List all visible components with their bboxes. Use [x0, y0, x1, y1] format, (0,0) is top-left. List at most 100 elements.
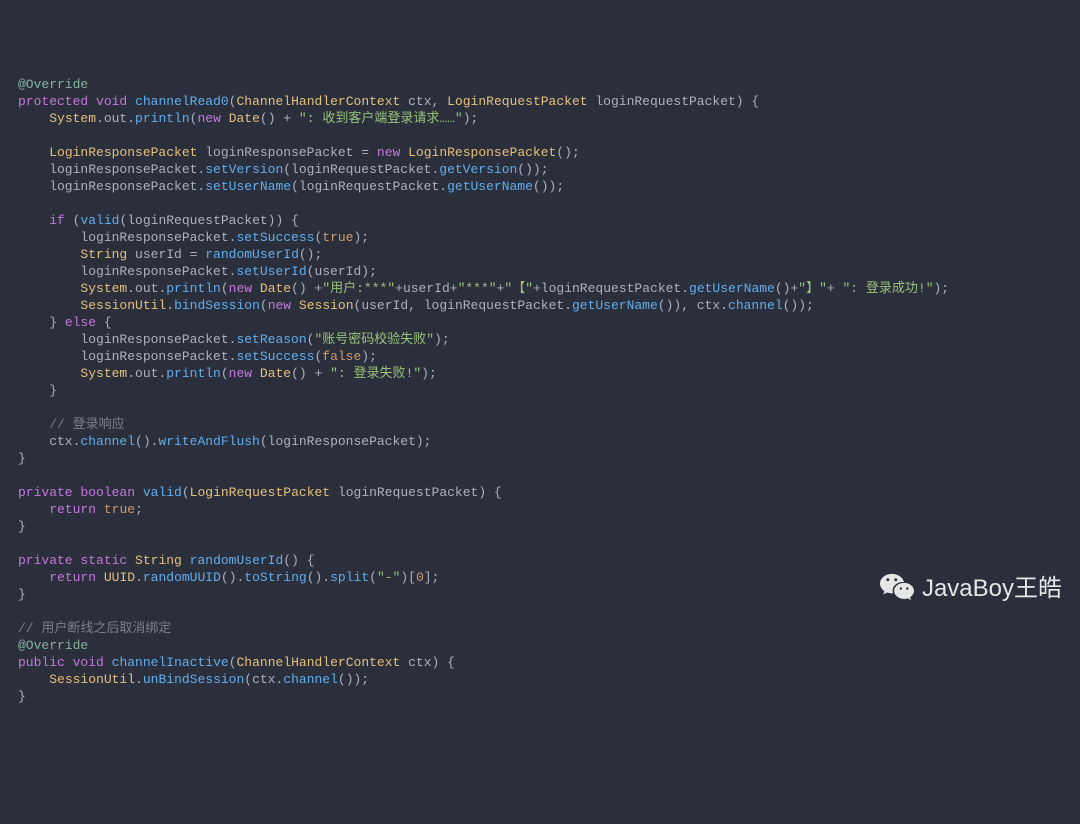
code-token: getUserName [447, 179, 533, 194]
code-token: () + [291, 366, 330, 381]
code-token: ()); [517, 162, 548, 177]
code-line[interactable]: System.out.println(new Date() + ": 登录失败!… [18, 365, 1080, 382]
code-token: channel [80, 434, 135, 449]
code-token: if [49, 213, 65, 228]
code-token: getVersion [439, 162, 517, 177]
code-line[interactable]: loginResponsePacket.setSuccess(true); [18, 229, 1080, 246]
code-line[interactable] [18, 467, 1080, 484]
code-token: getUserName [572, 298, 658, 313]
code-token: randomUserId [205, 247, 299, 262]
code-token: (userId, loginRequestPacket. [354, 298, 572, 313]
code-line[interactable]: loginResponsePacket.setUserName(loginReq… [18, 178, 1080, 195]
code-token [18, 502, 49, 517]
code-token: new [197, 111, 220, 126]
code-token [96, 502, 104, 517]
code-token: } [18, 315, 65, 330]
code-token: Date [229, 111, 260, 126]
code-token: println [166, 366, 221, 381]
code-token: ": 登录失败!" [330, 366, 421, 381]
code-token: true [104, 502, 135, 517]
code-token: ()); [783, 298, 814, 313]
code-line[interactable]: } [18, 382, 1080, 399]
code-line[interactable]: loginResponsePacket.setSuccess(false); [18, 348, 1080, 365]
code-line[interactable]: @Override [18, 76, 1080, 93]
code-token: ChannelHandlerContext [237, 94, 401, 109]
code-token [104, 655, 112, 670]
code-line[interactable]: LoginResponsePacket loginResponsePacket … [18, 144, 1080, 161]
code-token: private [18, 485, 73, 500]
code-token: "】" [798, 281, 827, 296]
code-token: { [96, 315, 112, 330]
code-token: loginResponsePacket. [18, 349, 236, 364]
code-line[interactable] [18, 127, 1080, 144]
code-line[interactable]: loginResponsePacket.setReason("账号密码校验失败"… [18, 331, 1080, 348]
code-line[interactable]: protected void channelRead0(ChannelHandl… [18, 93, 1080, 110]
code-token: +loginRequestPacket. [533, 281, 689, 296]
code-token: .out. [127, 281, 166, 296]
code-token: new [229, 281, 252, 296]
code-line[interactable] [18, 399, 1080, 416]
code-token: ( [260, 298, 268, 313]
code-line[interactable]: SessionUtil.unBindSession(ctx.channel())… [18, 671, 1080, 688]
code-token: new [377, 145, 400, 160]
code-line[interactable]: return true; [18, 501, 1080, 518]
code-token [252, 366, 260, 381]
code-line[interactable]: } [18, 450, 1080, 467]
code-token: channel [728, 298, 783, 313]
code-token: System [49, 111, 96, 126]
code-token: println [166, 281, 221, 296]
code-line[interactable]: SessionUtil.bindSession(new Session(user… [18, 297, 1080, 314]
code-line[interactable]: } [18, 688, 1080, 705]
code-token: ": 登录成功!" [842, 281, 933, 296]
code-line[interactable]: @Override [18, 637, 1080, 654]
code-line[interactable]: // 登录响应 [18, 416, 1080, 433]
code-token: setVersion [205, 162, 283, 177]
code-token: System [80, 366, 127, 381]
code-token: ( [182, 485, 190, 500]
code-token: String [80, 247, 127, 262]
code-token [291, 298, 299, 313]
code-token: () + [291, 281, 322, 296]
code-line[interactable]: System.out.println(new Date() +"用户:***"+… [18, 280, 1080, 297]
code-line[interactable]: if (valid(loginRequestPacket)) { [18, 212, 1080, 229]
code-line[interactable] [18, 195, 1080, 212]
code-token: ( [65, 213, 81, 228]
code-token: println [135, 111, 190, 126]
code-line[interactable]: loginResponsePacket.setVersion(loginRequ… [18, 161, 1080, 178]
code-token: ()); [533, 179, 564, 194]
code-line[interactable]: System.out.println(new Date() + ": 收到客户端… [18, 110, 1080, 127]
code-token: ( [221, 366, 229, 381]
code-token: (ctx. [244, 672, 283, 687]
code-line[interactable]: // 用户断线之后取消绑定 [18, 620, 1080, 637]
code-token: ()), ctx. [658, 298, 728, 313]
code-token: private [18, 553, 73, 568]
code-token: (loginResponsePacket); [260, 434, 432, 449]
code-token: @Override [18, 638, 88, 653]
code-token: split [330, 570, 369, 585]
code-line[interactable]: ctx.channel().writeAndFlush(loginRespons… [18, 433, 1080, 450]
code-line[interactable]: } [18, 518, 1080, 535]
code-token: (loginRequestPacket. [291, 179, 447, 194]
code-token: writeAndFlush [158, 434, 259, 449]
code-token: ); [421, 366, 437, 381]
code-token: System [80, 281, 127, 296]
code-token: randomUserId [190, 553, 284, 568]
code-line[interactable]: } else { [18, 314, 1080, 331]
code-line[interactable] [18, 535, 1080, 552]
code-token: } [18, 587, 26, 602]
code-line[interactable]: public void channelInactive(ChannelHandl… [18, 654, 1080, 671]
code-line[interactable]: String userId = randomUserId(); [18, 246, 1080, 263]
code-token: ChannelHandlerContext [237, 655, 401, 670]
code-token: (). [221, 570, 244, 585]
code-token: ctx) { [400, 655, 455, 670]
code-token: UUID [104, 570, 135, 585]
code-token: Session [299, 298, 354, 313]
code-token: getUserName [689, 281, 775, 296]
code-line[interactable]: private boolean valid(LoginRequestPacket… [18, 484, 1080, 501]
code-token: void [96, 94, 127, 109]
code-line[interactable]: loginResponsePacket.setUserId(userId); [18, 263, 1080, 280]
code-token: . [135, 570, 143, 585]
code-token [18, 417, 49, 432]
code-token [252, 281, 260, 296]
code-token: userId = [127, 247, 205, 262]
